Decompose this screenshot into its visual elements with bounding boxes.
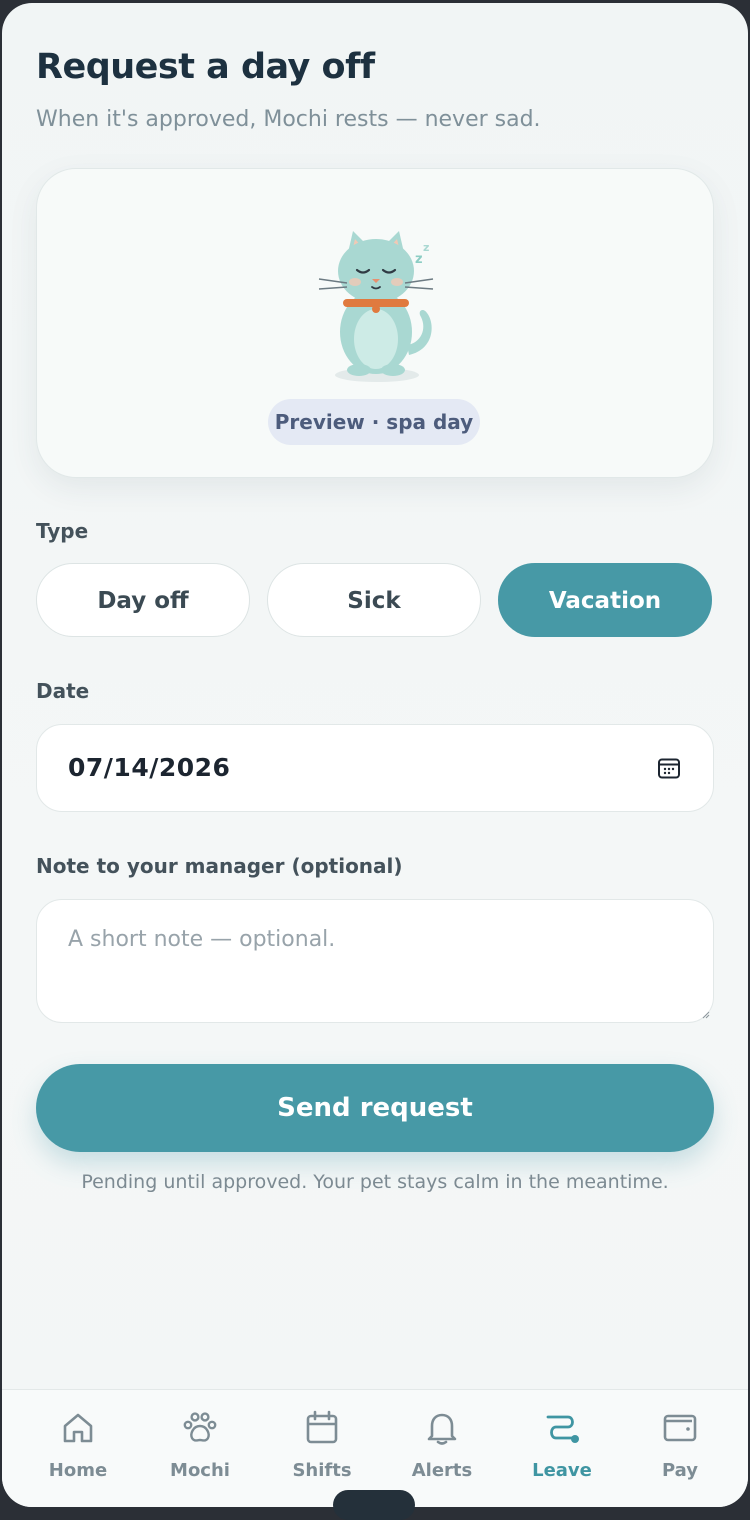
nav-label-pay: Pay (661, 1460, 699, 1481)
preview-chip: Preview · spa day (268, 399, 480, 445)
note-label: Note to your manager (optional) (36, 854, 403, 878)
type-label: Type (36, 519, 89, 543)
date-input[interactable]: 07/14/2026 (36, 724, 714, 812)
nav-label-leave: Leave (532, 1460, 592, 1481)
pending-helper-text: Pending until approved. Your pet stays c… (81, 1171, 669, 1193)
nav-label-shifts: Shifts (292, 1460, 352, 1481)
nav-label-alerts: Alerts (411, 1460, 473, 1481)
nav-item-mochi[interactable]: Mochi (138, 1390, 262, 1507)
wallet-icon (663, 1414, 697, 1442)
date-value: 07/14/2026 (68, 753, 231, 782)
type-option-sick[interactable]: Sick (267, 563, 481, 637)
type-option-vacation[interactable]: Vacation (498, 563, 712, 637)
pet-preview-card: z z Preview · spa day (36, 168, 714, 478)
nav-item-pay[interactable]: Pay (618, 1390, 742, 1507)
nav-item-home[interactable]: Home (16, 1390, 140, 1507)
calendar-picker-icon[interactable] (657, 756, 681, 780)
sleeping-cat-illustration: z z (318, 231, 434, 382)
nav-item-leave[interactable]: Leave (500, 1390, 624, 1507)
nav-label-mochi: Mochi (170, 1460, 230, 1481)
send-request-button[interactable]: Send request (36, 1064, 714, 1152)
bell-icon (427, 1413, 457, 1445)
svg-text:z: z (415, 252, 423, 267)
resize-grip-icon[interactable] (702, 1011, 710, 1019)
calendar-icon (306, 1410, 338, 1444)
svg-text:z: z (423, 241, 429, 254)
page-title: Request a day off (36, 47, 375, 87)
nav-label-home: Home (48, 1460, 108, 1481)
paw-icon (183, 1412, 217, 1442)
path-icon (546, 1415, 579, 1443)
home-icon (63, 1413, 93, 1443)
home-indicator (333, 1490, 415, 1520)
page-subtitle: When it's approved, Mochi rests — never … (36, 107, 541, 132)
note-placeholder: A short note — optional. (68, 927, 336, 952)
date-label: Date (36, 679, 90, 703)
app-screen: Request a day off When it's approved, Mo… (2, 3, 748, 1507)
type-option-day-off[interactable]: Day off (36, 563, 250, 637)
note-textarea[interactable]: A short note — optional. (36, 899, 714, 1023)
